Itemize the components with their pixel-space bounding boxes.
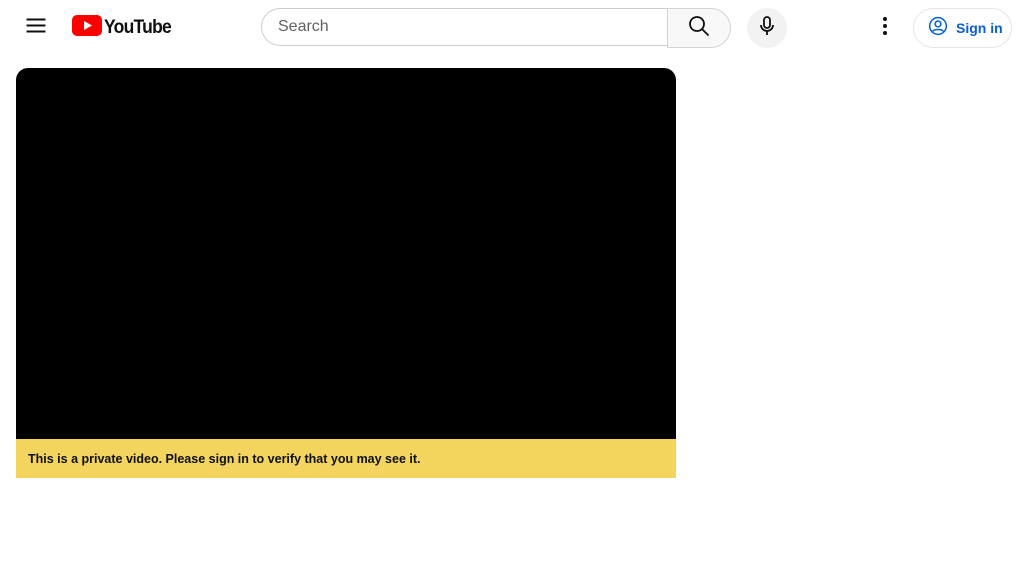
more-vertical-icon xyxy=(873,14,897,43)
search-box xyxy=(261,8,667,46)
voice-search-button[interactable] xyxy=(747,8,787,48)
search-icon xyxy=(687,14,711,43)
hamburger-menu-icon xyxy=(24,14,48,43)
sign-in-button[interactable]: Sign in xyxy=(913,8,1012,48)
settings-more-button[interactable] xyxy=(865,8,905,48)
youtube-play-icon xyxy=(72,15,102,41)
video-player[interactable] xyxy=(16,68,676,439)
sign-in-label: Sign in xyxy=(956,20,1003,36)
account-circle-icon xyxy=(928,16,948,41)
guide-menu-button[interactable] xyxy=(16,8,56,48)
youtube-logo-link[interactable]: YouTube xyxy=(72,15,177,41)
youtube-wordmark: YouTube xyxy=(104,17,172,38)
private-video-message-banner: This is a private video. Please sign in … xyxy=(16,439,676,478)
search-input[interactable] xyxy=(278,9,648,45)
microphone-icon xyxy=(755,14,779,43)
search-button[interactable] xyxy=(667,8,731,48)
masthead: YouTube Search Sign in xyxy=(0,0,1028,56)
private-video-message: This is a private video. Please sign in … xyxy=(28,451,421,466)
